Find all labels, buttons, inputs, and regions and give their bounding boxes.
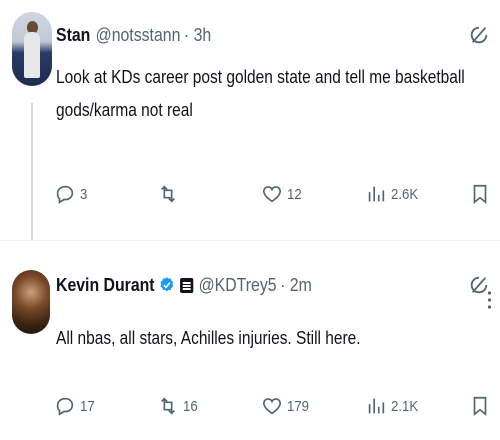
reply-count: 17 [80, 397, 95, 415]
views-icon [368, 398, 385, 414]
views-count: 2.1K [391, 397, 419, 415]
tweet-header: Kevin Durant @KDTrey5 · 2m [56, 273, 312, 297]
reply-count: 3 [80, 185, 88, 203]
like-count: 12 [287, 185, 302, 203]
timestamp[interactable]: · 3h [184, 25, 211, 46]
reply-icon [56, 185, 74, 204]
retweet-icon [160, 397, 176, 415]
views-count: 2.6K [391, 185, 419, 203]
reply-button[interactable]: 3 [54, 181, 88, 207]
display-name[interactable]: Stan [56, 25, 90, 46]
bookmark-button[interactable] [469, 181, 491, 207]
avatar[interactable] [12, 270, 50, 334]
timestamp[interactable]: · 2m [280, 275, 312, 296]
reply-icon [56, 397, 74, 416]
handle[interactable]: @KDTrey5 [199, 275, 277, 296]
heart-icon [262, 186, 282, 203]
views-button[interactable]: 2.1K [365, 393, 422, 419]
grok-icon[interactable] [468, 24, 490, 46]
views-button[interactable]: 2.6K [365, 181, 422, 207]
retweet-button[interactable]: 16 [157, 393, 200, 419]
verified-badge-icon[interactable] [159, 276, 175, 294]
affiliation-badge-icon[interactable] [180, 277, 194, 293]
tweet-actions: 17 16 179 2.1K [54, 393, 494, 419]
like-button[interactable]: 12 [261, 181, 304, 207]
reply-button[interactable]: 17 [54, 393, 97, 419]
display-name[interactable]: Kevin Durant [56, 275, 155, 296]
retweet-count: 16 [183, 397, 198, 415]
views-icon [368, 186, 385, 202]
tweet-kevin-durant[interactable]: Kevin Durant @KDTrey5 · 2m All nbas, all… [0, 240, 500, 440]
avatar[interactable] [12, 12, 52, 86]
bookmark-icon [473, 396, 487, 417]
tweet-text: All nbas, all stars, Achilles injuries. … [56, 328, 361, 348]
bookmark-icon [473, 184, 487, 205]
like-count: 179 [287, 397, 310, 415]
handle[interactable]: @notsstann [96, 25, 181, 46]
heart-icon [262, 398, 282, 415]
tweet-text: Look at KDs career post golden state and… [56, 67, 465, 120]
bookmark-button[interactable] [469, 393, 491, 419]
more-options-icon[interactable] [487, 290, 492, 310]
tweet-stan[interactable]: Stan @notsstann · 3h Look at KDs career … [0, 0, 500, 240]
tweet-actions: 3 12 2.6K [54, 181, 494, 207]
like-button[interactable]: 179 [261, 393, 312, 419]
tweet-header: Stan @notsstann · 3h [56, 23, 211, 47]
retweet-icon [160, 185, 176, 203]
retweet-button[interactable] [157, 181, 183, 207]
